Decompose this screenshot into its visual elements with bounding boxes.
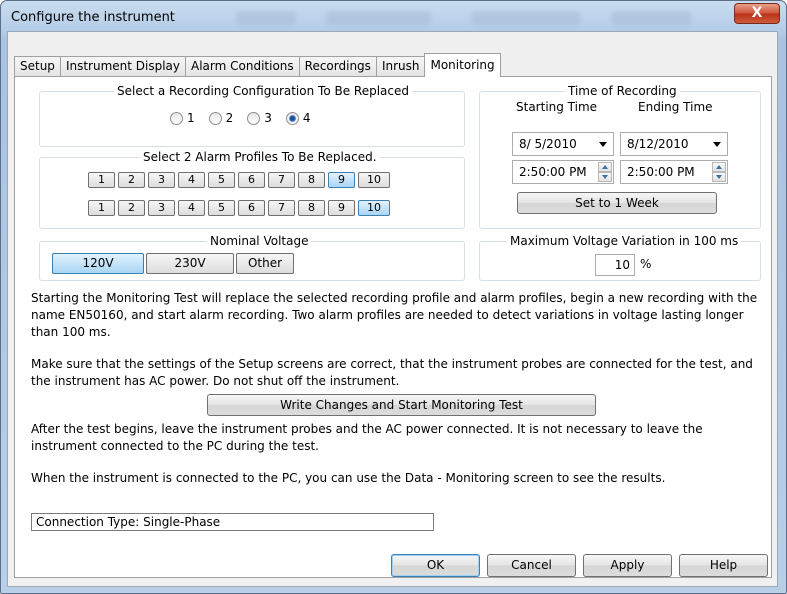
end-date-dropdown[interactable]: 8/12/2010 [620, 132, 728, 156]
start-date-dropdown[interactable]: 8/ 5/2010 [512, 132, 614, 156]
alarm-profile-3-button[interactable]: 3 [148, 172, 175, 188]
help-button[interactable]: Help [679, 554, 768, 577]
alarm-profile-2-button[interactable]: 2 [118, 172, 145, 188]
recording-config-title: Select a Recording Configuration To Be R… [114, 84, 412, 98]
chevron-down-icon [713, 142, 721, 147]
alarm-profile-6-button[interactable]: 6 [238, 172, 265, 188]
nominal-voltage-group: Nominal Voltage 120V 230V Other [39, 234, 465, 281]
tab-setup[interactable]: Setup [14, 56, 61, 77]
end-time-spinner[interactable]: 2:50:00 PM [620, 160, 728, 184]
window-title: Configure the instrument [11, 10, 175, 25]
tab-strip: Setup Instrument Display Alarm Condition… [14, 53, 501, 77]
starting-time-label: Starting Time [516, 100, 598, 114]
ok-button[interactable]: OK [391, 554, 480, 577]
nominal-voltage-title: Nominal Voltage [207, 234, 312, 248]
ending-time-label: Ending Time [638, 100, 713, 114]
alarm-profile-8-button[interactable]: 8 [298, 172, 325, 188]
alarm-profile-5-button[interactable]: 5 [208, 200, 235, 216]
start-time-spinner[interactable]: 2:50:00 PM [512, 160, 614, 184]
voltage-120v-button[interactable]: 120V [52, 253, 144, 274]
blurred-title-text [471, 11, 581, 25]
tab-monitoring[interactable]: Monitoring [424, 53, 501, 77]
description-paragraph-4: When the instrument is connected to the … [31, 471, 666, 485]
voltage-230v-button[interactable]: 230V [146, 253, 234, 274]
spinner-arrows-icon[interactable] [598, 162, 612, 182]
cancel-button[interactable]: Cancel [487, 554, 576, 577]
alarm-profiles-row-1: 1 2 3 4 5 6 7 8 9 10 [88, 172, 393, 188]
blurred-title-text [611, 11, 691, 25]
alarm-profile-7-button[interactable]: 7 [268, 172, 295, 188]
recording-config-group: Select a Recording Configuration To Be R… [39, 84, 465, 147]
alarm-profile-5-button[interactable]: 5 [208, 172, 235, 188]
alarm-profile-1-button[interactable]: 1 [88, 200, 115, 216]
alarm-profiles-group: Select 2 Alarm Profiles To Be Replaced. … [39, 150, 465, 229]
radio-selected-icon [285, 111, 299, 125]
time-of-recording-group: Time of Recording Starting Time Ending T… [479, 84, 761, 229]
title-bar[interactable]: Configure the instrument X [1, 1, 786, 35]
close-button[interactable]: X [734, 3, 780, 24]
alarm-profile-4-button[interactable]: 4 [178, 200, 205, 216]
tab-instrument-display[interactable]: Instrument Display [59, 56, 187, 77]
recording-option-3[interactable]: 3 [247, 111, 272, 125]
recording-config-radios: 1 2 3 4 [170, 111, 325, 125]
recording-option-4[interactable]: 4 [285, 111, 311, 125]
recording-option-1[interactable]: 1 [170, 111, 195, 125]
max-variation-group: Maximum Voltage Variation in 100 ms 10 % [479, 234, 761, 281]
set-to-1-week-button[interactable]: Set to 1 Week [517, 192, 717, 214]
alarm-profile-6-button[interactable]: 6 [238, 200, 265, 216]
connection-type-field: Connection Type: Single-Phase [31, 513, 434, 531]
alarm-profile-10-button[interactable]: 10 [358, 200, 390, 216]
max-variation-title: Maximum Voltage Variation in 100 ms [507, 234, 742, 248]
max-variation-input[interactable]: 10 [595, 254, 635, 276]
dialog-client-area: Setup Instrument Display Alarm Condition… [7, 31, 778, 587]
recording-option-2[interactable]: 2 [208, 111, 233, 125]
chevron-down-icon [599, 142, 607, 147]
voltage-other-button[interactable]: Other [236, 253, 294, 274]
radio-icon [247, 111, 261, 125]
time-of-recording-title: Time of Recording [565, 84, 680, 98]
percent-unit-label: % [640, 257, 652, 271]
tab-recordings[interactable]: Recordings [298, 56, 377, 77]
description-paragraph-2: Make sure that the settings of the Setup… [31, 357, 753, 388]
alarm-profile-8-button[interactable]: 8 [298, 200, 325, 216]
radio-icon [170, 111, 183, 125]
alarm-profile-9-button[interactable]: 9 [328, 200, 355, 216]
close-icon: X [751, 5, 763, 21]
description-paragraph-3: After the test begins, leave the instrum… [31, 422, 703, 453]
alarm-profile-10-button[interactable]: 10 [358, 172, 390, 188]
alarm-profiles-title: Select 2 Alarm Profiles To Be Replaced. [140, 150, 380, 164]
radio-icon [208, 111, 222, 125]
blurred-title-text [236, 11, 296, 25]
alarm-profile-7-button[interactable]: 7 [268, 200, 295, 216]
apply-button[interactable]: Apply [583, 554, 672, 577]
description-paragraph-1: Starting the Monitoring Test will replac… [31, 291, 758, 339]
spinner-arrows-icon[interactable] [712, 162, 726, 182]
alarm-profile-9-button[interactable]: 9 [328, 172, 355, 188]
blurred-title-text [326, 11, 431, 25]
tab-inrush[interactable]: Inrush [375, 56, 426, 77]
alarm-profile-4-button[interactable]: 4 [178, 172, 205, 188]
write-changes-start-monitoring-button[interactable]: Write Changes and Start Monitoring Test [207, 394, 596, 416]
alarm-profiles-row-2: 1 2 3 4 5 6 7 8 9 10 [88, 200, 393, 216]
tab-alarm-conditions[interactable]: Alarm Conditions [185, 56, 300, 77]
alarm-profile-1-button[interactable]: 1 [88, 172, 115, 188]
alarm-profile-2-button[interactable]: 2 [118, 200, 145, 216]
alarm-profile-3-button[interactable]: 3 [148, 200, 175, 216]
